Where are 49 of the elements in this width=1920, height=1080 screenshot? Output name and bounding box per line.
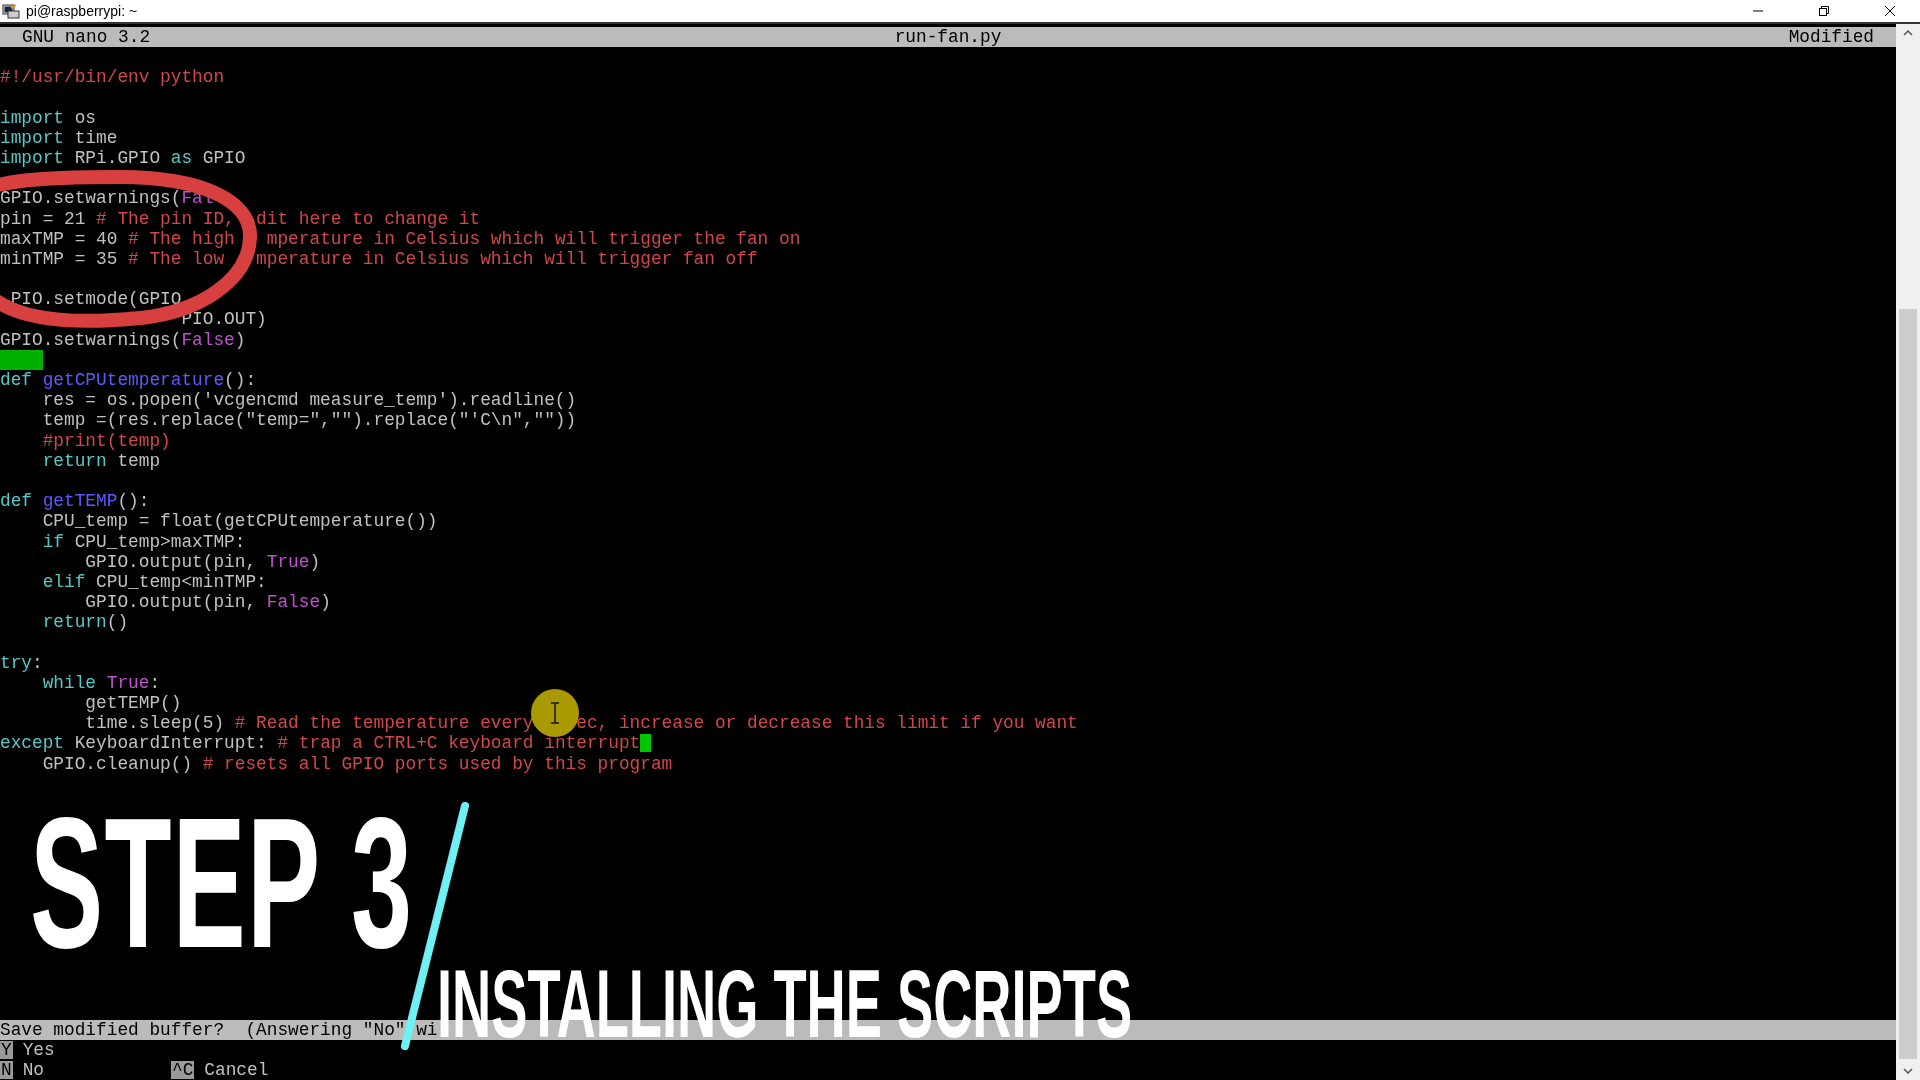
code-line: GPIO.output(pin, True): [84, 551, 321, 572]
code-line: while True:: [41, 672, 161, 693]
text-cursor-icon: [531, 689, 579, 737]
code-line: return(): [41, 612, 129, 633]
code-line: import RPi.GPIO as GPIO: [0, 147, 246, 169]
code-line: import os: [0, 107, 97, 128]
code-line: def getCPUtemperature():: [0, 370, 257, 391]
code-line: def getTEMP():: [0, 491, 150, 512]
shortcut-label: Yes: [22, 1040, 55, 1060]
code-line: maxTMP = 40 # The high mperature in Celsius which will trigger the fan on: [0, 228, 801, 249]
code-line: temp =(res.replace("temp=","").replace("'C\n","")): [41, 410, 577, 431]
code-line: time.sleep(5) # Read the temperature every ec, increase or decrease this limit if you want: [84, 713, 1078, 734]
code-line: #print(temp): [41, 430, 171, 451]
shortcut-label: Cancel: [204, 1060, 269, 1080]
shortcut-key: ^C: [171, 1061, 195, 1079]
code-line: import time: [0, 127, 118, 148]
code-line: return temp: [41, 450, 161, 471]
modified-status: Modified: [1787, 27, 1874, 47]
shortcut-key: N: [0, 1061, 13, 1079]
code-line: if CPU_temp>maxTMP:: [41, 531, 246, 552]
editor-version: GNU nano 3.2: [22, 27, 152, 47]
shortcut-key: Y: [0, 1041, 13, 1059]
caret-up-icon: [1903, 30, 1913, 36]
code-line: PIO.setmode(GPIO: [9, 289, 182, 310]
step-title: STEP 3: [30, 790, 414, 976]
code-line: res = os.popen('vcgencmd measure_temp').readline(): [41, 390, 577, 411]
restore-icon: [1818, 5, 1830, 17]
code-line: GPIO.output(pin, False): [84, 592, 331, 613]
code-line: CPU_temp = float(getCPUtemperature()): [41, 511, 438, 532]
code-line: #!/usr/bin/env python: [0, 67, 225, 88]
text-cursor: [640, 734, 651, 753]
code-line: minTMP = 35 # The low mperature in Celsius which will trigger fan off: [0, 248, 758, 270]
code-line: elif CPU_temp<minTMP:: [41, 571, 267, 593]
scrollbar[interactable]: [1896, 24, 1920, 1080]
window-title: pi@raspberrypi: ~: [26, 3, 139, 19]
shortcut-label: No: [22, 1060, 44, 1080]
code-line: getTEMP(): [84, 693, 182, 714]
scrollbar-thumb[interactable]: [1899, 309, 1917, 1059]
terminal-app-icon: [2, 3, 20, 19]
code-line: GPIO.cleanup() # resets all GPIO ports used by this program: [41, 753, 673, 774]
caret-down-icon: [1903, 1068, 1913, 1074]
code-line: except KeyboardInterrupt: # trap a CTRL+C keyboard interrupt: [0, 733, 641, 754]
code-line: GPIO.setwarnings(False): [0, 329, 246, 350]
whitespace-marker: [0, 349, 43, 370]
code-line: try:: [0, 652, 43, 673]
close-icon: [1884, 5, 1896, 17]
file-name: run-fan.py: [894, 27, 1002, 47]
code-line: PIO.OUT): [180, 309, 267, 330]
code-line: pin = 21 # The pin ID, dit here to change it: [0, 208, 481, 229]
